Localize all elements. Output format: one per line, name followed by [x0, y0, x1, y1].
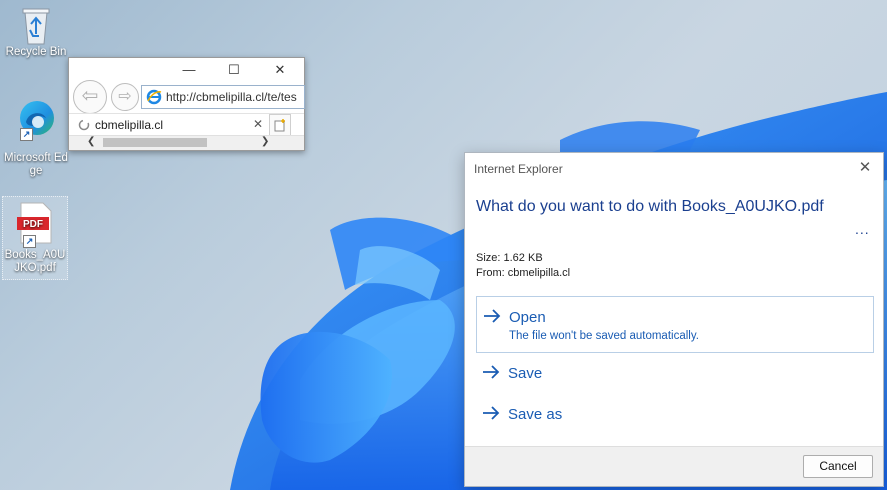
arrow-right-icon — [484, 309, 501, 323]
scroll-thumb[interactable] — [103, 138, 207, 147]
open-option-label: Open — [509, 309, 546, 326]
desktop-icon-pdf-file[interactable]: PDF ↗ Books_A0UJKO.pdf — [2, 196, 68, 280]
microsoft-edge-label: Microsoft Edge — [4, 152, 68, 177]
pdf-file-label: Books_A0UJKO.pdf — [4, 249, 66, 274]
download-question: What do you want to do with Books_A0UJKO… — [476, 198, 824, 215]
shortcut-arrow-icon: ↗ — [23, 235, 36, 248]
recycle-bin-icon — [22, 8, 50, 45]
dialog-title: Internet Explorer — [474, 162, 563, 176]
dialog-close-icon[interactable]: ✕ — [855, 158, 875, 178]
ie-navigation-bar: ⇦ ⇨ http://cbmelipilla.cl/te/tes — [69, 80, 305, 114]
dialog-footer: Cancel — [465, 446, 883, 486]
arrow-right-icon — [483, 406, 500, 420]
download-dialog: Internet Explorer ✕ What do you want to … — [464, 152, 884, 487]
horizontal-scrollbar[interactable]: ❮ ❯ — [69, 135, 304, 150]
pdf-thumb-text: PDF — [23, 219, 43, 230]
forward-arrow-icon[interactable]: ⇨ — [111, 83, 139, 111]
loading-spinner-icon — [78, 119, 90, 131]
address-text: http://cbmelipilla.cl/te/tes — [166, 90, 297, 104]
cancel-button[interactable]: Cancel — [803, 455, 873, 478]
shortcut-arrow-icon: ↗ — [20, 128, 33, 141]
scroll-left-icon[interactable]: ❮ — [87, 136, 95, 147]
desktop-icon-recycle-bin[interactable]: Recycle Bin — [4, 4, 68, 59]
recycle-bin-label: Recycle Bin — [5, 46, 67, 58]
minimize-button[interactable]: — — [179, 62, 199, 78]
ie-tab-row: cbmelipilla.cl ✕ — [69, 113, 304, 136]
open-option-button[interactable]: Open The file won't be saved automatical… — [476, 296, 874, 353]
file-size: Size: 1.62 KB — [476, 252, 543, 264]
more-options-button[interactable]: ... — [855, 221, 870, 237]
desktop-icon-microsoft-edge[interactable]: ↗ Microsoft Edge — [4, 98, 68, 178]
save-option-label: Save — [508, 365, 543, 382]
maximize-button[interactable]: ☐ — [224, 62, 244, 78]
address-bar[interactable]: http://cbmelipilla.cl/te/tes — [141, 85, 305, 109]
new-tab-button[interactable] — [269, 114, 291, 136]
close-button[interactable]: ✕ — [270, 62, 290, 78]
tab-title[interactable]: cbmelipilla.cl — [95, 118, 163, 132]
save-as-option-label: Save as — [508, 406, 563, 423]
file-info: Size: 1.62 KB From: cbmelipilla.cl — [476, 251, 570, 281]
open-option-description: The file won't be saved automatically. — [509, 330, 699, 342]
ie-browser-window[interactable]: — ☐ ✕ ⇦ ⇨ http://cbmelipilla.cl/te/tes c… — [68, 57, 305, 151]
file-source: From: cbmelipilla.cl — [476, 267, 571, 279]
arrow-right-icon — [483, 365, 500, 379]
tab-close-icon[interactable]: ✕ — [253, 117, 263, 131]
new-tab-icon — [274, 119, 285, 132]
back-arrow-icon[interactable]: ⇦ — [73, 80, 107, 114]
scroll-right-icon[interactable]: ❯ — [261, 136, 269, 147]
ie-logo-icon — [146, 89, 162, 105]
save-option-button[interactable]: Save — [476, 353, 872, 393]
save-as-option-button[interactable]: Save as — [476, 394, 872, 434]
